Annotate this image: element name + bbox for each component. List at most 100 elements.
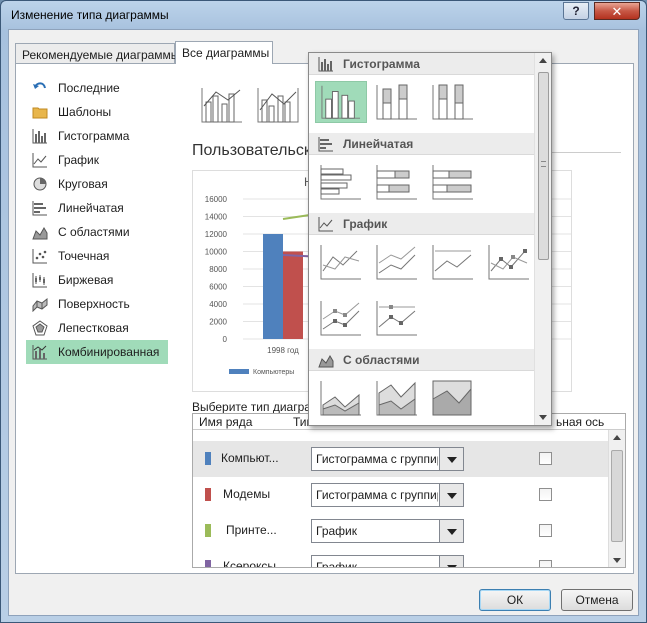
gallery-scrollbar[interactable] [534, 53, 551, 425]
chart-type-area[interactable]: С областями [26, 220, 174, 244]
chevron-down-icon[interactable] [439, 520, 463, 542]
line-chart-thumb-icon[interactable] [315, 241, 367, 283]
close-button[interactable]: ✕ [594, 2, 640, 20]
series-color-swatch [205, 488, 211, 501]
series-name: Модемы [223, 487, 271, 501]
cancel-button[interactable]: Отмена [561, 589, 633, 611]
combo-chart-icon [32, 345, 47, 360]
gallery-section-column: Гистограмма [309, 53, 535, 75]
series-name: Компьют... [221, 451, 279, 465]
clustered-column-icon[interactable] [315, 81, 367, 123]
help-button[interactable]: ? [563, 2, 589, 20]
series-name: Принте... [226, 523, 277, 537]
tab-recommended-charts[interactable]: Рекомендуемые диаграммы [15, 43, 179, 63]
chart-type-surface[interactable]: Поверхность [26, 292, 174, 316]
percent-stacked-line-thumb-icon[interactable] [427, 241, 479, 283]
series-row-computers[interactable]: Компьют... Гистограмма с группировкой [193, 441, 609, 477]
scroll-up-arrow-icon[interactable] [613, 435, 621, 440]
chart-type-label: График [58, 153, 99, 167]
chart-type-recent[interactable]: Последние [26, 76, 174, 100]
chart-type-list: Последние Шаблоны Гистограмма График Кру… [26, 76, 174, 364]
y-tick-label: 8000 [209, 265, 227, 274]
y-tick-label: 10000 [205, 248, 228, 257]
series-chart-type-value: Гистограмма с группировкой [316, 452, 438, 466]
series-chart-type-value: График [316, 560, 357, 568]
chart-type-combo[interactable]: Комбинированная [26, 340, 168, 364]
series-row-copiers[interactable]: Ксероксы График [193, 549, 609, 568]
chart-type-label: Последние [58, 81, 120, 95]
scroll-thumb[interactable] [611, 450, 623, 542]
chart-type-radar[interactable]: Лепестковая [26, 316, 174, 340]
chevron-down-icon[interactable] [439, 448, 463, 470]
gallery-section-label: Линейчатая [343, 137, 414, 151]
chart-type-line[interactable]: График [26, 148, 174, 172]
series-row-printers[interactable]: Принте... График [193, 513, 609, 549]
stacked-line-markers-thumb-icon[interactable] [315, 297, 367, 339]
scroll-up-arrow-icon[interactable] [539, 58, 547, 63]
series-chart-type-select[interactable]: Гистограмма с группировкой [311, 447, 464, 471]
scroll-down-arrow-icon[interactable] [539, 415, 547, 420]
tab-all-charts[interactable]: Все диаграммы [175, 41, 273, 64]
chart-type-label: Лепестковая [58, 321, 129, 335]
x-category-label: 1998 год [267, 346, 299, 355]
y-tick-label: 6000 [209, 283, 227, 292]
percent-stacked-column-icon[interactable] [427, 81, 479, 123]
series-row-modems[interactable]: Модемы Гистограмма с группировкой [193, 477, 609, 513]
secondary-axis-checkbox[interactable] [539, 524, 552, 537]
gallery-section-label: График [343, 217, 388, 231]
percent-stacked-bar-icon[interactable] [427, 161, 479, 203]
percent-line-markers-thumb-icon[interactable] [371, 297, 423, 339]
dialog-title: Изменение типа диаграммы [11, 8, 169, 22]
y-tick-label: 0 [223, 335, 228, 344]
chart-type-label: Круговая [58, 177, 108, 191]
gallery-section-label: С областями [343, 353, 420, 367]
bar-0 [263, 234, 283, 339]
stacked-column-icon[interactable] [371, 81, 423, 123]
bar-chart-icon [318, 137, 333, 152]
chart-type-label: Поверхность [58, 297, 130, 311]
chart-type-templates[interactable]: Шаблоны [26, 100, 174, 124]
series-chart-type-select[interactable]: Гистограмма с группировкой [311, 483, 464, 507]
column-chart-icon [32, 129, 47, 144]
line-with-markers-thumb-icon[interactable] [483, 241, 535, 283]
chevron-down-icon[interactable] [439, 556, 463, 567]
stacked-line-thumb-icon[interactable] [371, 241, 423, 283]
chart-type-label: Комбинированная [58, 345, 160, 359]
chart-type-label: С областями [58, 225, 130, 239]
chart-type-label: Гистограмма [58, 129, 130, 143]
stacked-bar-icon[interactable] [371, 161, 423, 203]
custom-combination-heading: Пользовательская [192, 142, 312, 159]
change-chart-type-dialog: Изменение типа диаграммы ? ✕ Рекомендуем… [0, 0, 647, 623]
chart-type-stock[interactable]: Биржевая [26, 268, 174, 292]
secondary-axis-checkbox[interactable] [539, 452, 552, 465]
col-header-secondary-axis: ьная ось [556, 415, 605, 429]
folder-icon [32, 107, 48, 119]
combo-subtype-secondary-axis-icon[interactable] [254, 84, 302, 126]
y-tick-label: 14000 [205, 213, 228, 222]
percent-stacked-area-thumb-icon[interactable] [427, 377, 479, 419]
secondary-axis-checkbox[interactable] [539, 560, 552, 567]
chart-type-bar[interactable]: Линейчатая [26, 196, 174, 220]
combo-subtype-clustered-line-icon[interactable] [198, 84, 246, 126]
secondary-axis-checkbox[interactable] [539, 488, 552, 501]
series-color-swatch [205, 452, 211, 465]
clustered-bar-icon[interactable] [315, 161, 367, 203]
scroll-down-arrow-icon[interactable] [613, 558, 621, 563]
chart-type-column[interactable]: Гистограмма [26, 124, 174, 148]
title-bar: Изменение типа диаграммы ? ✕ [1, 1, 646, 29]
stock-chart-icon [32, 273, 47, 288]
series-grid-scrollbar[interactable] [608, 430, 625, 567]
series-chart-type-select[interactable]: График [311, 519, 464, 543]
ok-button[interactable]: ОК [479, 589, 551, 611]
chart-type-gallery-popup: Гистограмма Линейчатая График С областям… [308, 52, 552, 426]
area-thumb-icon[interactable] [315, 377, 367, 419]
chart-type-pie[interactable]: Круговая [26, 172, 174, 196]
series-chart-type-select[interactable]: График [311, 555, 464, 568]
col-header-series-name: Имя ряда [199, 415, 253, 429]
chart-type-scatter[interactable]: Точечная [26, 244, 174, 268]
chevron-down-icon[interactable] [439, 484, 463, 506]
stacked-area-thumb-icon[interactable] [371, 377, 423, 419]
scroll-grip-icon [541, 161, 546, 167]
series-color-swatch [205, 560, 211, 567]
gallery-section-line: График [309, 213, 535, 235]
